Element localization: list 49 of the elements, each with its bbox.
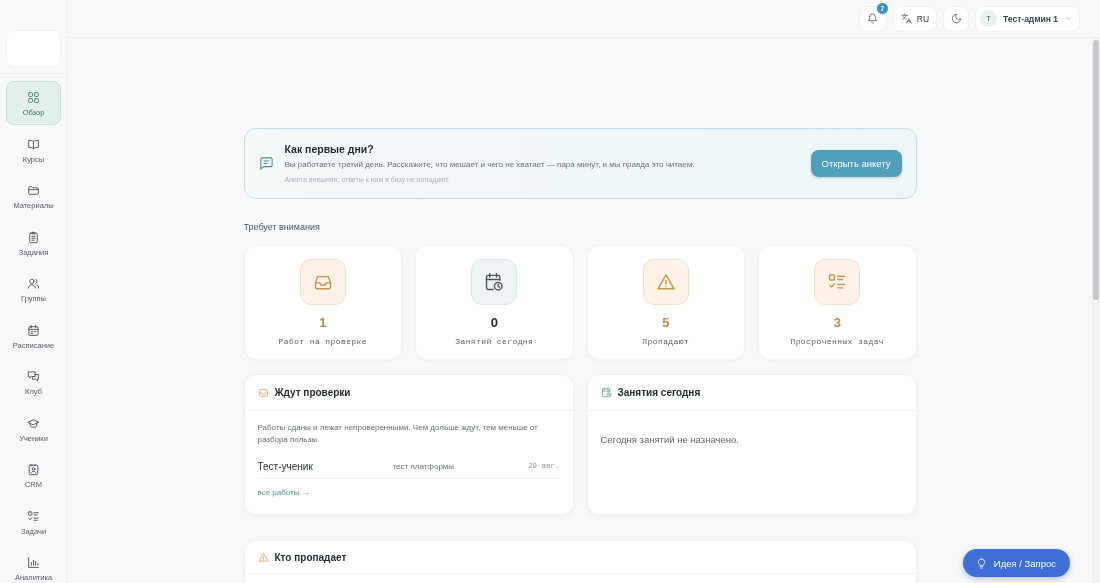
people-icon bbox=[27, 277, 40, 290]
calendar-clock-icon bbox=[471, 259, 518, 305]
language-button[interactable]: RU bbox=[892, 5, 938, 32]
chevron-down-icon bbox=[1064, 14, 1073, 23]
calendar-icon bbox=[27, 323, 40, 337]
clipboard-icon bbox=[27, 230, 40, 244]
tray-icon bbox=[299, 259, 346, 305]
student-name: Тест-ученик bbox=[257, 460, 314, 472]
empty-state-text: Сегодня занятий не назначено. bbox=[600, 433, 739, 446]
stat-value: 1 bbox=[319, 315, 327, 331]
checklist-icon bbox=[27, 509, 40, 523]
checklist-icon bbox=[814, 259, 861, 305]
theme-toggle-button[interactable] bbox=[943, 5, 970, 32]
message-icon bbox=[258, 156, 274, 171]
graduation-cap-icon bbox=[27, 416, 40, 430]
user-avatar: T bbox=[980, 10, 998, 27]
stat-value: 3 bbox=[833, 315, 841, 331]
all-works-link[interactable]: все работы → bbox=[257, 487, 310, 499]
grid-icon bbox=[27, 91, 40, 104]
calendar-clock-icon bbox=[600, 387, 612, 398]
section-heading: Требует внимания bbox=[243, 221, 320, 233]
panel-title: Ждут проверки bbox=[274, 387, 351, 398]
panel-title: Кто пропадает bbox=[274, 551, 347, 563]
banner-title: Как первые дни? bbox=[284, 142, 374, 156]
tray-icon bbox=[257, 387, 269, 398]
user-menu-button[interactable]: T Тест-админ 1 bbox=[975, 5, 1080, 32]
panel-description: Работы сданы и лежат непроверенными. Чем дольше ждут, тем меньше от разбора пользы. bbox=[257, 422, 539, 446]
translate-icon bbox=[900, 13, 912, 24]
stat-label: Работ на проверке bbox=[278, 336, 367, 347]
warning-icon bbox=[642, 259, 689, 305]
warning-icon bbox=[257, 551, 269, 563]
stat-label: Просроченных задач bbox=[790, 336, 885, 347]
stat-value: 5 bbox=[662, 315, 670, 331]
stat-label: Пропадают bbox=[642, 336, 690, 347]
stat-value: 0 bbox=[490, 315, 498, 331]
bell-icon bbox=[867, 13, 879, 24]
lightbulb-icon bbox=[975, 557, 987, 569]
panel-title: Занятия сегодня bbox=[617, 387, 701, 398]
chat-icon bbox=[27, 370, 40, 383]
course-name: тест платформы bbox=[392, 461, 456, 471]
bar-chart-icon bbox=[27, 556, 40, 569]
id-badge-icon bbox=[27, 463, 40, 476]
folder-icon bbox=[27, 184, 40, 197]
moon-icon bbox=[950, 13, 962, 24]
idea-request-button[interactable]: Идея / Запрос bbox=[962, 549, 1070, 577]
scrollbar-thumb[interactable] bbox=[1093, 40, 1099, 300]
book-icon bbox=[27, 137, 40, 151]
banner-text: Вы работаете третий день. Расскажите, что мешает и чего не хватает — пара минут, и мы правда это читаем. bbox=[284, 159, 695, 171]
stat-label: Занятий сегодня bbox=[455, 336, 534, 347]
